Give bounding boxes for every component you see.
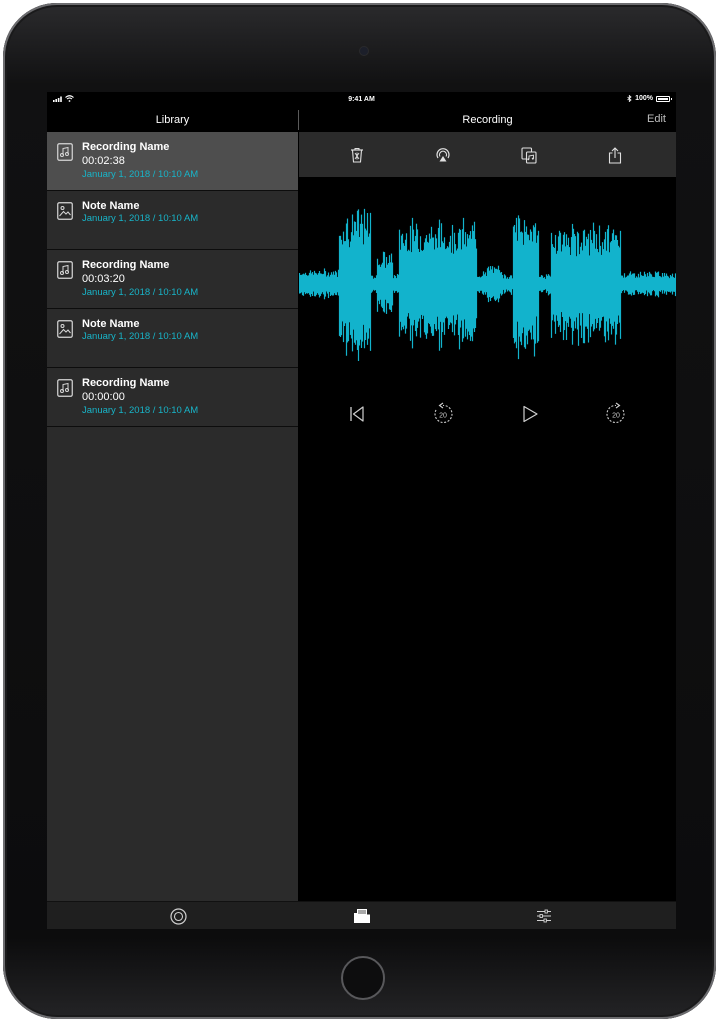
- settings-tab-icon: [537, 909, 551, 923]
- skip-to-start-icon: [350, 406, 364, 422]
- recording-title: Recording: [462, 114, 513, 126]
- skip-to-start-button[interactable]: [344, 401, 370, 427]
- status-bar: 9:41 AM 100%: [47, 92, 676, 108]
- list-item[interactable]: Note Name January 1, 2018 / 10:10 AM: [47, 309, 298, 368]
- music-note-icon: [57, 379, 73, 397]
- rewind-20-button[interactable]: 20: [430, 401, 456, 427]
- copy-button[interactable]: [518, 144, 540, 166]
- list-item-date: January 1, 2018 / 10:10 AM: [82, 169, 199, 180]
- recording-pane: Recording Edit 20 20: [298, 108, 676, 901]
- tab-bar: [47, 901, 676, 929]
- tab-record[interactable]: [169, 907, 187, 925]
- battery-percentage: 100%: [635, 95, 653, 102]
- home-button[interactable]: [341, 956, 385, 1000]
- tab-library[interactable]: [353, 907, 371, 925]
- list-item-date: January 1, 2018 / 10:10 AM: [82, 287, 199, 298]
- image-icon: [57, 320, 73, 338]
- tab-settings[interactable]: [535, 907, 553, 925]
- list-item-title: Recording Name: [82, 377, 170, 389]
- copy-icon: [521, 146, 537, 164]
- forward-20-icon: 20: [606, 402, 625, 423]
- recording-toolbar: [299, 132, 676, 177]
- list-item-text: Recording Name 00:02:38 January 1, 2018 …: [82, 140, 198, 181]
- status-time: 9:41 AM: [348, 96, 375, 103]
- app-screen: 9:41 AM 100% Library Recording Name 00:0…: [47, 92, 676, 929]
- list-item-title: Recording Name: [82, 141, 170, 153]
- waveform-graph: [298, 208, 676, 361]
- list-item-title: Note Name: [82, 200, 140, 212]
- list-item-title: Recording Name: [82, 259, 170, 271]
- airplay-button[interactable]: [432, 144, 454, 166]
- play-button[interactable]: [517, 401, 543, 427]
- list-item-text: Recording Name 00:03:20 January 1, 2018 …: [82, 258, 198, 299]
- list-item-duration: 00:03:20: [82, 273, 125, 285]
- library-list: Recording Name 00:02:38 January 1, 2018 …: [47, 132, 298, 427]
- airplay-icon: [436, 148, 450, 162]
- image-icon: [57, 202, 73, 220]
- library-pane: Library Recording Name 00:02:38 January …: [47, 108, 298, 901]
- edit-button[interactable]: Edit: [647, 113, 666, 125]
- record-tab-icon: [169, 907, 187, 925]
- list-item-date: January 1, 2018 / 10:10 AM: [82, 331, 199, 342]
- list-item[interactable]: Recording Name 00:02:38 January 1, 2018 …: [47, 132, 298, 191]
- music-note-icon: [57, 261, 73, 279]
- recording-header: Recording Edit: [299, 108, 676, 132]
- library-tab-icon: [354, 909, 370, 923]
- list-item[interactable]: Recording Name 00:03:20 January 1, 2018 …: [47, 250, 298, 309]
- list-item-text: Note Name January 1, 2018 / 10:10 AM: [82, 199, 198, 225]
- list-item-date: January 1, 2018 / 10:10 AM: [82, 405, 199, 416]
- list-item-duration: 00:00:00: [82, 391, 125, 403]
- trash-icon: [351, 148, 363, 163]
- status-right: 100%: [627, 95, 672, 102]
- battery-level: [658, 97, 668, 100]
- front-camera: [360, 47, 368, 55]
- rewind-seconds-label: 20: [439, 413, 447, 420]
- forward-20-button[interactable]: 20: [603, 401, 629, 427]
- delete-button[interactable]: [346, 144, 368, 166]
- list-item-duration: 00:02:38: [82, 155, 125, 167]
- list-item-text: Note Name January 1, 2018 / 10:10 AM: [82, 317, 198, 343]
- waveform[interactable]: [298, 193, 676, 363]
- list-item-title: Note Name: [82, 318, 140, 330]
- play-icon: [523, 405, 538, 423]
- list-item-date: January 1, 2018 / 10:10 AM: [82, 213, 199, 224]
- share-icon: [608, 146, 622, 164]
- music-note-icon: [57, 143, 73, 161]
- rewind-20-icon: 20: [434, 402, 453, 423]
- list-item[interactable]: Recording Name 00:00:00 January 1, 2018 …: [47, 368, 298, 427]
- library-title: Library: [47, 108, 298, 132]
- list-item-text: Recording Name 00:00:00 January 1, 2018 …: [82, 376, 198, 417]
- forward-seconds-label: 20: [612, 413, 620, 420]
- playback-controls: 20 20: [299, 401, 676, 435]
- bluetooth-icon: [627, 95, 632, 102]
- list-item[interactable]: Note Name January 1, 2018 / 10:10 AM: [47, 191, 298, 250]
- share-button[interactable]: [604, 144, 626, 166]
- battery-icon: [656, 95, 672, 102]
